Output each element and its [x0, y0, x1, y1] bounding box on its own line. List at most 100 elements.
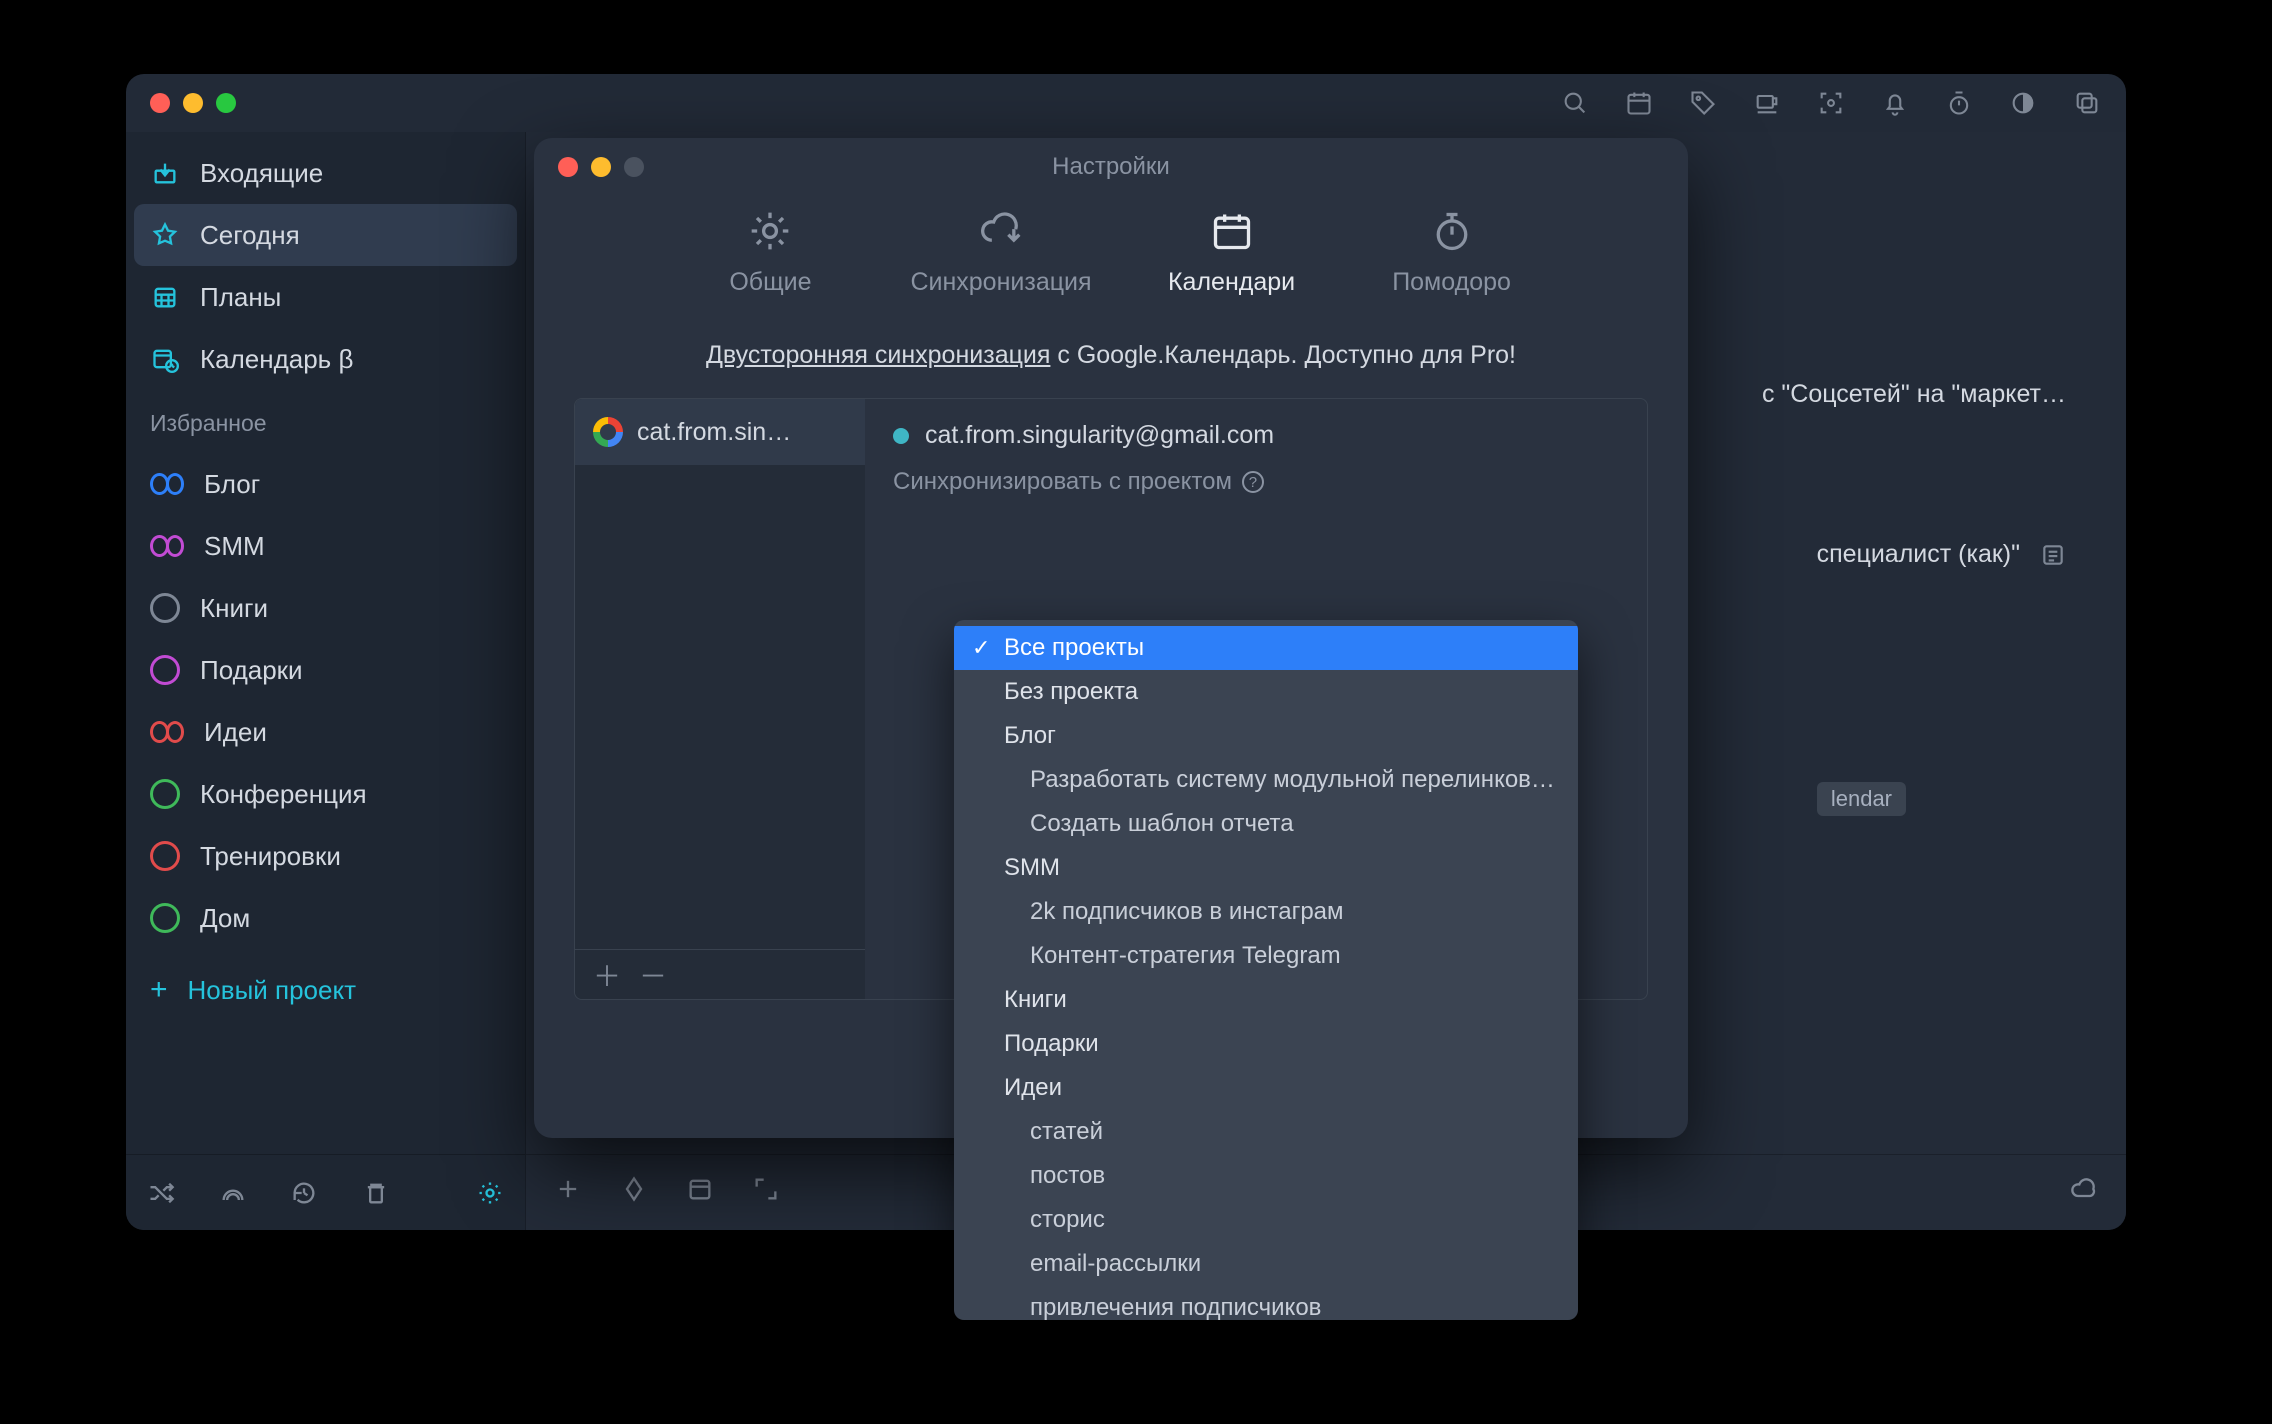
settings-title: Настройки: [534, 153, 1688, 181]
contrast-icon[interactable]: [2008, 88, 2038, 118]
calendar-grid-icon: [150, 282, 180, 312]
settings-tab-pomodoro[interactable]: Помодоро: [1372, 208, 1532, 297]
sidebar-project-books[interactable]: Книги: [126, 577, 525, 639]
account-email-row: cat.from.singularity@gmail.com: [893, 421, 1619, 450]
settings-tabs: Общие Синхронизация Календари Помодоро: [534, 196, 1688, 323]
settings-note: Двусторонняя синхронизация с Google.Кале…: [574, 341, 1648, 370]
google-icon: [593, 417, 623, 447]
project-label: Тренировки: [200, 841, 341, 872]
main-titlebar: [126, 74, 2126, 132]
task-text-2: специалист (как)": [1817, 540, 2020, 569]
project-label: Дом: [200, 903, 250, 934]
dropdown-item[interactable]: Без проекта: [954, 670, 1578, 714]
dropdown-item[interactable]: Подарки: [954, 1022, 1578, 1066]
history-icon[interactable]: [290, 1178, 320, 1208]
new-project-button[interactable]: + Новый проект: [126, 959, 525, 1021]
dropdown-item[interactable]: сторис: [954, 1198, 1578, 1242]
account-item-google[interactable]: cat.from.sin…: [575, 399, 865, 465]
plus-icon: +: [150, 973, 168, 1007]
tag-icon[interactable]: [1688, 88, 1718, 118]
account-item-label: cat.from.sin…: [637, 418, 791, 447]
timer-icon[interactable]: [1944, 88, 1974, 118]
dropdown-item[interactable]: статей: [954, 1110, 1578, 1154]
fullscreen-window-button[interactable]: [216, 93, 236, 113]
dropdown-item[interactable]: Книги: [954, 978, 1578, 1022]
settings-tab-calendars[interactable]: Календари: [1152, 208, 1312, 297]
dropdown-item[interactable]: 2k подписчиков в инстаграм: [954, 890, 1578, 934]
diamond-icon[interactable]: [620, 1175, 648, 1210]
rainbow-icon[interactable]: [218, 1178, 248, 1208]
search-icon[interactable]: [1560, 88, 1590, 118]
sidebar-nav-inbox[interactable]: Входящие: [126, 142, 525, 204]
task-row-1[interactable]: с "Соцсетей" на "маркет…: [1762, 380, 2066, 409]
sync-cloud-icon: [978, 208, 1024, 254]
dropdown-item[interactable]: Блог: [954, 714, 1578, 758]
calendar-tag-chip[interactable]: lendar: [1817, 782, 1906, 816]
project-label: Книги: [200, 593, 268, 624]
star-icon: [150, 220, 180, 250]
dropdown-item[interactable]: SMM: [954, 846, 1578, 890]
remove-account-button[interactable]: －: [639, 955, 667, 995]
project-label: Подарки: [200, 655, 303, 686]
sidebar-project-ideas[interactable]: Идеи: [126, 701, 525, 763]
cup-icon[interactable]: [1752, 88, 1782, 118]
sidebar-project-smm[interactable]: SMM: [126, 515, 525, 577]
cloud-icon[interactable]: [2070, 1175, 2098, 1210]
dropdown-item[interactable]: email-рассылки: [954, 1242, 1578, 1286]
calendar-clock-icon: [150, 344, 180, 374]
expand-icon[interactable]: [752, 1175, 780, 1210]
dropdown-item[interactable]: Идеи: [954, 1066, 1578, 1110]
settings-icon[interactable]: [475, 1178, 505, 1208]
sidebar-nav-today[interactable]: Сегодня: [134, 204, 517, 266]
shuffle-icon[interactable]: [146, 1178, 176, 1208]
project-dropdown[interactable]: Все проектыБез проектаБлогРазработать си…: [954, 620, 1578, 1320]
sidebar-bottombar: [126, 1154, 525, 1230]
minimize-window-button[interactable]: [183, 93, 203, 113]
close-window-button[interactable]: [150, 93, 170, 113]
add-icon[interactable]: [554, 1175, 582, 1210]
dropdown-item[interactable]: Разработать систему модульной перелинков…: [954, 758, 1578, 802]
project-label: Идеи: [204, 717, 267, 748]
settings-note-link[interactable]: Двусторонняя синхронизация: [706, 341, 1050, 369]
dropdown-item[interactable]: постов: [954, 1154, 1578, 1198]
trash-icon[interactable]: [361, 1178, 391, 1208]
add-account-button[interactable]: ＋: [593, 955, 621, 995]
sync-label-text: Синхронизировать с проектом: [893, 468, 1232, 496]
gear-icon: [747, 208, 793, 254]
sidebar-project-gifts[interactable]: Подарки: [126, 639, 525, 701]
sidebar-nav-label: Планы: [200, 282, 281, 313]
account-list-footer: ＋ －: [575, 949, 865, 999]
settings-tab-general[interactable]: Общие: [690, 208, 850, 297]
calendar-small-icon[interactable]: [686, 1175, 714, 1210]
project-infinity-icon: [150, 536, 184, 556]
settings-tab-sync[interactable]: Синхронизация: [910, 208, 1091, 297]
sidebar-nav-plans[interactable]: Планы: [126, 266, 525, 328]
help-icon[interactable]: ?: [1242, 471, 1264, 493]
dropdown-item[interactable]: Контент-стратегия Telegram: [954, 934, 1578, 978]
favorites-header: Избранное: [126, 400, 525, 443]
sidebar-project-conference[interactable]: Конференция: [126, 763, 525, 825]
sidebar-project-blog[interactable]: Блог: [126, 453, 525, 515]
dropdown-item[interactable]: Все проекты: [954, 626, 1578, 670]
toolbar-right: [1560, 88, 2102, 118]
settings-titlebar: Настройки: [534, 138, 1688, 196]
bell-icon[interactable]: [1880, 88, 1910, 118]
sidebar-project-home[interactable]: Дом: [126, 887, 525, 949]
dropdown-item[interactable]: Создать шаблон отчета: [954, 802, 1578, 846]
dropdown-item[interactable]: привлечения подписчиков: [954, 1286, 1578, 1320]
project-circle-icon: [150, 779, 180, 809]
copy-icon[interactable]: [2072, 88, 2102, 118]
project-label: SMM: [204, 531, 265, 562]
settings-tab-label: Синхронизация: [910, 268, 1091, 297]
task-text-1: с "Соцсетей" на "маркет…: [1762, 380, 2066, 409]
sidebar-nav-label: Входящие: [200, 158, 323, 189]
settings-tab-label: Календари: [1168, 268, 1295, 297]
sidebar-project-workouts[interactable]: Тренировки: [126, 825, 525, 887]
sidebar-nav-label: Сегодня: [200, 220, 300, 251]
project-label: Блог: [204, 469, 260, 500]
task-row-2[interactable]: специалист (как)": [1817, 540, 2066, 569]
focus-icon[interactable]: [1816, 88, 1846, 118]
status-dot-icon: [893, 428, 909, 444]
calendar-icon[interactable]: [1624, 88, 1654, 118]
sidebar-nav-calendar[interactable]: Календарь β: [126, 328, 525, 390]
